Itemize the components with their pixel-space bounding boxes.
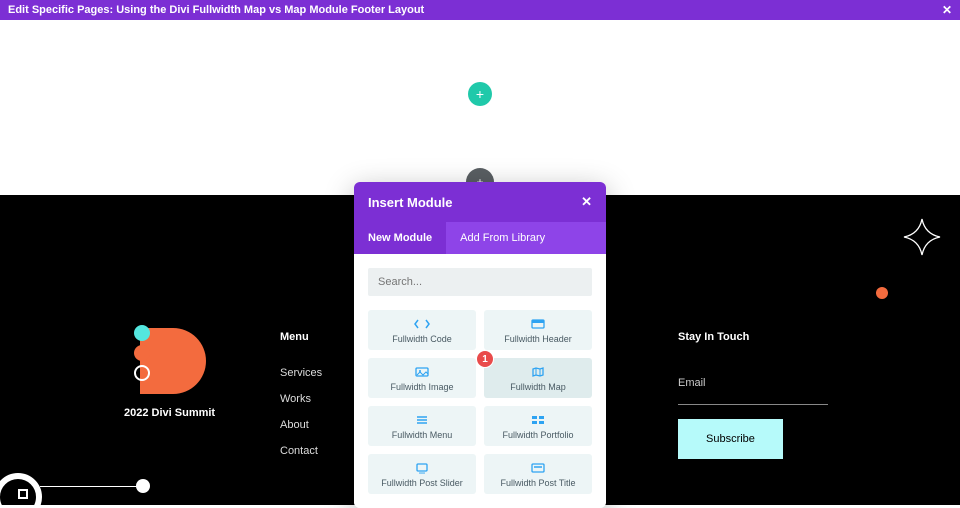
image-icon [414, 366, 430, 378]
modal-tabs: New Module Add From Library [354, 222, 606, 254]
module-label: Fullwidth Post Title [490, 478, 586, 488]
menu-item-works[interactable]: Works [280, 393, 322, 405]
menu-item-contact[interactable]: Contact [280, 445, 322, 457]
module-fullwidth-header[interactable]: Fullwidth Header [484, 310, 592, 350]
menu-heading: Menu [280, 331, 322, 343]
decor-square-icon [18, 489, 28, 499]
logo-caption: 2022 Divi Summit [124, 407, 215, 419]
email-field[interactable] [678, 395, 828, 405]
tab-new-module[interactable]: New Module [354, 222, 446, 254]
accent-dot-icon [876, 287, 888, 299]
module-label: Fullwidth Image [374, 382, 470, 392]
map-icon [530, 366, 546, 378]
add-section-button[interactable]: + [468, 82, 492, 106]
decor-line-icon [40, 486, 140, 487]
footer-menu: Menu Services Works About Contact [280, 331, 322, 471]
email-label: Email [678, 377, 828, 389]
close-icon[interactable]: ✕ [942, 3, 952, 17]
code-icon [414, 318, 430, 330]
module-fullwidth-post-slider[interactable]: Fullwidth Post Slider [368, 454, 476, 494]
post-title-icon [530, 462, 546, 474]
module-label: Fullwidth Header [490, 334, 586, 344]
module-label: Fullwidth Code [374, 334, 470, 344]
slider-icon [414, 462, 430, 474]
header-icon [530, 318, 546, 330]
module-grid: Fullwidth Code Fullwidth Header Fullwidt… [368, 310, 592, 494]
builder-canvas: + + 2022 Divi Summit Menu Services Works… [0, 20, 960, 505]
module-fullwidth-image[interactable]: Fullwidth Image [368, 358, 476, 398]
module-search-input[interactable] [368, 268, 592, 296]
diamond-icon [902, 217, 942, 257]
module-label: Fullwidth Post Slider [374, 478, 470, 488]
modal-header: Insert Module ✕ [354, 182, 606, 222]
modal-close-icon[interactable]: ✕ [581, 194, 592, 210]
menu-icon [414, 414, 430, 426]
menu-item-about[interactable]: About [280, 419, 322, 431]
module-label: Fullwidth Menu [374, 430, 470, 440]
page-title-bar: Edit Specific Pages: Using the Divi Full… [0, 0, 960, 20]
module-label: Fullwidth Map [490, 382, 586, 392]
page-title-text: Edit Specific Pages: Using the Divi Full… [8, 4, 424, 16]
portfolio-icon [530, 414, 546, 426]
logo-icon [124, 325, 208, 399]
footer-logo-block: 2022 Divi Summit [124, 325, 215, 419]
module-fullwidth-portfolio[interactable]: Fullwidth Portfolio [484, 406, 592, 446]
tab-add-from-library[interactable]: Add From Library [446, 222, 559, 254]
module-label: Fullwidth Portfolio [490, 430, 586, 440]
stay-heading: Stay In Touch [678, 331, 828, 343]
module-fullwidth-map[interactable]: 1 Fullwidth Map [484, 358, 592, 398]
step-badge: 1 [476, 350, 494, 368]
modal-title: Insert Module [368, 195, 453, 210]
modal-body: Fullwidth Code Fullwidth Header Fullwidt… [354, 254, 606, 508]
module-fullwidth-menu[interactable]: Fullwidth Menu [368, 406, 476, 446]
insert-module-modal: Insert Module ✕ New Module Add From Libr… [354, 182, 606, 508]
module-fullwidth-post-title[interactable]: Fullwidth Post Title [484, 454, 592, 494]
menu-item-services[interactable]: Services [280, 367, 322, 379]
stay-in-touch-block: Stay In Touch Email Subscribe [678, 331, 828, 459]
subscribe-button[interactable]: Subscribe [678, 419, 783, 459]
decor-dot-icon [136, 479, 150, 493]
module-fullwidth-code[interactable]: Fullwidth Code [368, 310, 476, 350]
